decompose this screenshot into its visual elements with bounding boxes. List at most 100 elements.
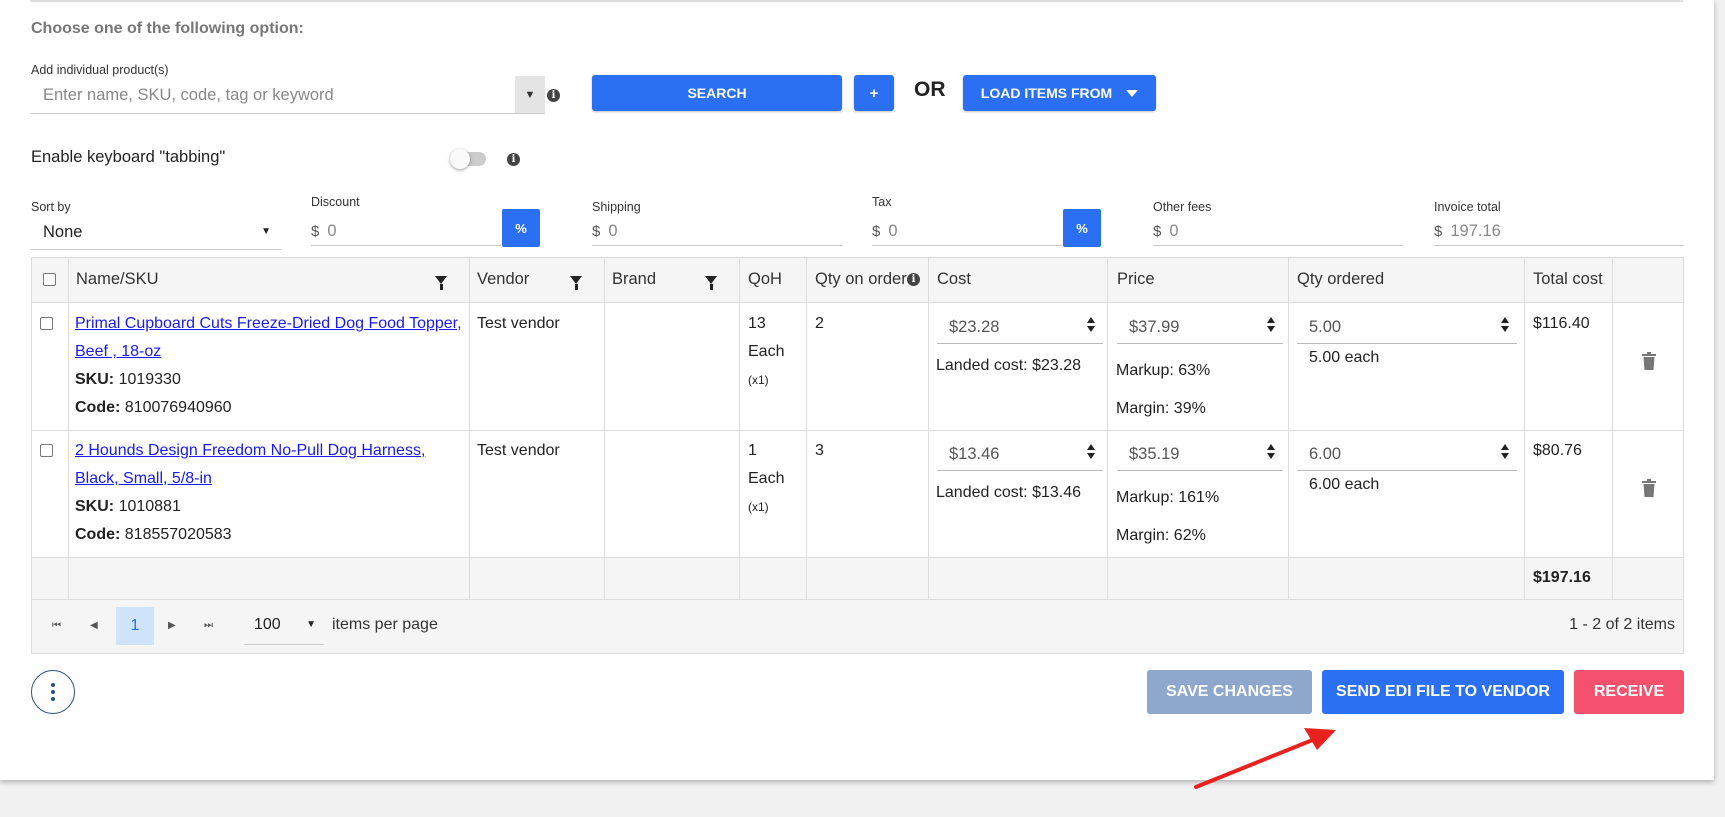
header-brand[interactable]: Brand xyxy=(612,270,656,289)
qoh-value: 13 xyxy=(748,315,766,332)
send-edi-file-button[interactable]: SEND EDI FILE TO VENDOR xyxy=(1322,670,1564,714)
spinner-arrows-icon[interactable] xyxy=(1501,444,1511,459)
add-product-label: Add individual product(s) xyxy=(31,63,169,77)
row-checkbox[interactable] xyxy=(40,317,53,330)
trash-icon[interactable] xyxy=(1642,352,1656,370)
filter-icon[interactable] xyxy=(570,276,582,290)
grid-footer-row xyxy=(32,558,1683,599)
invoice-total-label: Invoice total xyxy=(1434,200,1501,214)
purchase-order-card: Choose one of the following option: Add … xyxy=(0,0,1714,780)
spinner-arrows-icon[interactable] xyxy=(1087,444,1097,459)
top-divider xyxy=(30,0,1683,2)
receive-button[interactable]: RECEIVE xyxy=(1574,670,1684,714)
cost-input[interactable]: $13.46 xyxy=(937,439,1103,471)
sort-by-select[interactable]: None ▼ xyxy=(31,216,281,250)
sku-label: SKU: xyxy=(75,371,115,388)
info-icon[interactable]: i xyxy=(907,273,920,286)
header-name-sku[interactable]: Name/SKU xyxy=(76,270,159,289)
margin: Margin: 62% xyxy=(1116,527,1206,544)
or-separator: OR xyxy=(914,78,946,101)
info-icon[interactable]: i xyxy=(507,153,520,166)
qty-ordered-input[interactable]: 6.00 xyxy=(1297,439,1517,471)
caret-down-icon xyxy=(1126,89,1139,97)
products-grid: Name/SKU Vendor Brand QoH Qty on order i… xyxy=(31,257,1684,654)
product-search-input[interactable]: Enter name, SKU, code, tag or keyword ▼ xyxy=(31,76,545,114)
grand-total: $197.16 xyxy=(1533,569,1591,586)
qty-ordered-value: 5.00 xyxy=(1309,318,1342,336)
select-all-checkbox[interactable] xyxy=(43,273,56,286)
page-size-select[interactable]: 100 ▼ xyxy=(244,607,324,645)
markup: Markup: 161% xyxy=(1116,489,1220,506)
invoice-total-field: $197.16 xyxy=(1434,216,1684,246)
sort-by-label: Sort by xyxy=(31,200,71,214)
shipping-input[interactable]: $0 xyxy=(592,216,842,246)
header-qoh[interactable]: QoH xyxy=(748,270,782,289)
qoh-cell: 13 Each (x1) xyxy=(748,310,784,394)
product-link[interactable]: Primal Cupboard Cuts Freeze-Dried Dog Fo… xyxy=(75,310,467,366)
tax-percent-button[interactable]: % xyxy=(1063,209,1101,247)
trash-icon[interactable] xyxy=(1642,479,1656,497)
more-options-button[interactable] xyxy=(31,670,75,714)
other-fees-currency: $ xyxy=(1153,223,1162,240)
price-metrics: Markup: 63% Margin: 39% xyxy=(1116,352,1210,428)
toggle-knob[interactable] xyxy=(450,149,470,169)
pager-summary: 1 - 2 of 2 items xyxy=(1569,616,1675,633)
filter-icon[interactable] xyxy=(435,276,447,290)
spinner-arrows-icon[interactable] xyxy=(1267,317,1277,332)
filter-icon[interactable] xyxy=(705,276,717,290)
cost-input[interactable]: $23.28 xyxy=(937,312,1103,344)
first-page-icon[interactable]: ⏮ xyxy=(52,620,61,631)
spinner-arrows-icon[interactable] xyxy=(1267,444,1277,459)
qoh-multiplier: (x1) xyxy=(748,500,769,514)
chevron-down-icon: ▼ xyxy=(306,619,316,630)
other-fees-input[interactable]: $0 xyxy=(1153,216,1403,246)
price-input[interactable]: $35.19 xyxy=(1117,439,1283,471)
product-name-line1[interactable]: Primal Cupboard Cuts Freeze-Dried Dog Fo… xyxy=(75,315,462,332)
price-input[interactable]: $37.99 xyxy=(1117,312,1283,344)
qty-each: 6.00 each xyxy=(1309,476,1380,493)
shipping-currency: $ xyxy=(592,223,601,240)
chevron-down-icon: ▼ xyxy=(261,226,271,237)
prev-page-icon[interactable]: ◀ xyxy=(90,620,98,631)
save-changes-button[interactable]: SAVE CHANGES xyxy=(1147,670,1312,714)
tax-label: Tax xyxy=(872,195,892,209)
cost-value: $23.28 xyxy=(949,318,1000,336)
add-button[interactable]: + xyxy=(854,75,894,111)
header-price[interactable]: Price xyxy=(1117,270,1155,289)
info-icon[interactable]: i xyxy=(547,89,560,102)
qoh-multiplier: (x1) xyxy=(748,373,769,387)
header-total-cost[interactable]: Total cost xyxy=(1533,270,1603,289)
tax-input[interactable]: $0 xyxy=(872,216,1062,246)
product-name-line1[interactable]: 2 Hounds Design Freedom No-Pull Dog Harn… xyxy=(75,442,425,459)
invoice-total-value: 197.16 xyxy=(1450,222,1501,240)
load-items-from-button[interactable]: LOAD ITEMS FROM xyxy=(963,75,1156,111)
header-cost[interactable]: Cost xyxy=(937,270,971,289)
sku-value: 1019330 xyxy=(118,371,181,388)
tax-currency: $ xyxy=(872,223,881,240)
last-page-icon[interactable]: ⏭ xyxy=(204,620,213,631)
header-vendor[interactable]: Vendor xyxy=(477,270,529,289)
chevron-down-icon[interactable]: ▼ xyxy=(515,76,545,113)
qty-each: 5.00 each xyxy=(1309,349,1380,366)
product-name-line2[interactable]: Beef , 18-oz xyxy=(75,343,161,360)
sku-label: SKU: xyxy=(75,498,115,515)
sort-by-value: None xyxy=(43,223,83,241)
header-qty-on-order[interactable]: Qty on order xyxy=(815,270,907,289)
discount-percent-button[interactable]: % xyxy=(502,209,540,247)
discount-currency: $ xyxy=(311,223,320,240)
qty-ordered-input[interactable]: 5.00 xyxy=(1297,312,1517,344)
product-name-line2[interactable]: Black, Small, 5/8-in xyxy=(75,470,212,487)
vendor-cell: Test vendor xyxy=(477,442,560,459)
qoh-cell: 1 Each (x1) xyxy=(748,437,784,521)
spinner-arrows-icon[interactable] xyxy=(1501,317,1511,332)
next-page-icon[interactable]: ▶ xyxy=(168,620,176,631)
page-button-current[interactable]: 1 xyxy=(116,607,154,645)
discount-value: 0 xyxy=(327,222,337,240)
row-checkbox[interactable] xyxy=(40,444,53,457)
discount-input[interactable]: $0 xyxy=(311,216,501,246)
product-link[interactable]: 2 Hounds Design Freedom No-Pull Dog Harn… xyxy=(75,437,467,493)
search-button[interactable]: SEARCH xyxy=(592,75,842,111)
items-per-page-label: items per page xyxy=(332,616,438,633)
spinner-arrows-icon[interactable] xyxy=(1087,317,1097,332)
header-qty-ordered[interactable]: Qty ordered xyxy=(1297,270,1384,289)
